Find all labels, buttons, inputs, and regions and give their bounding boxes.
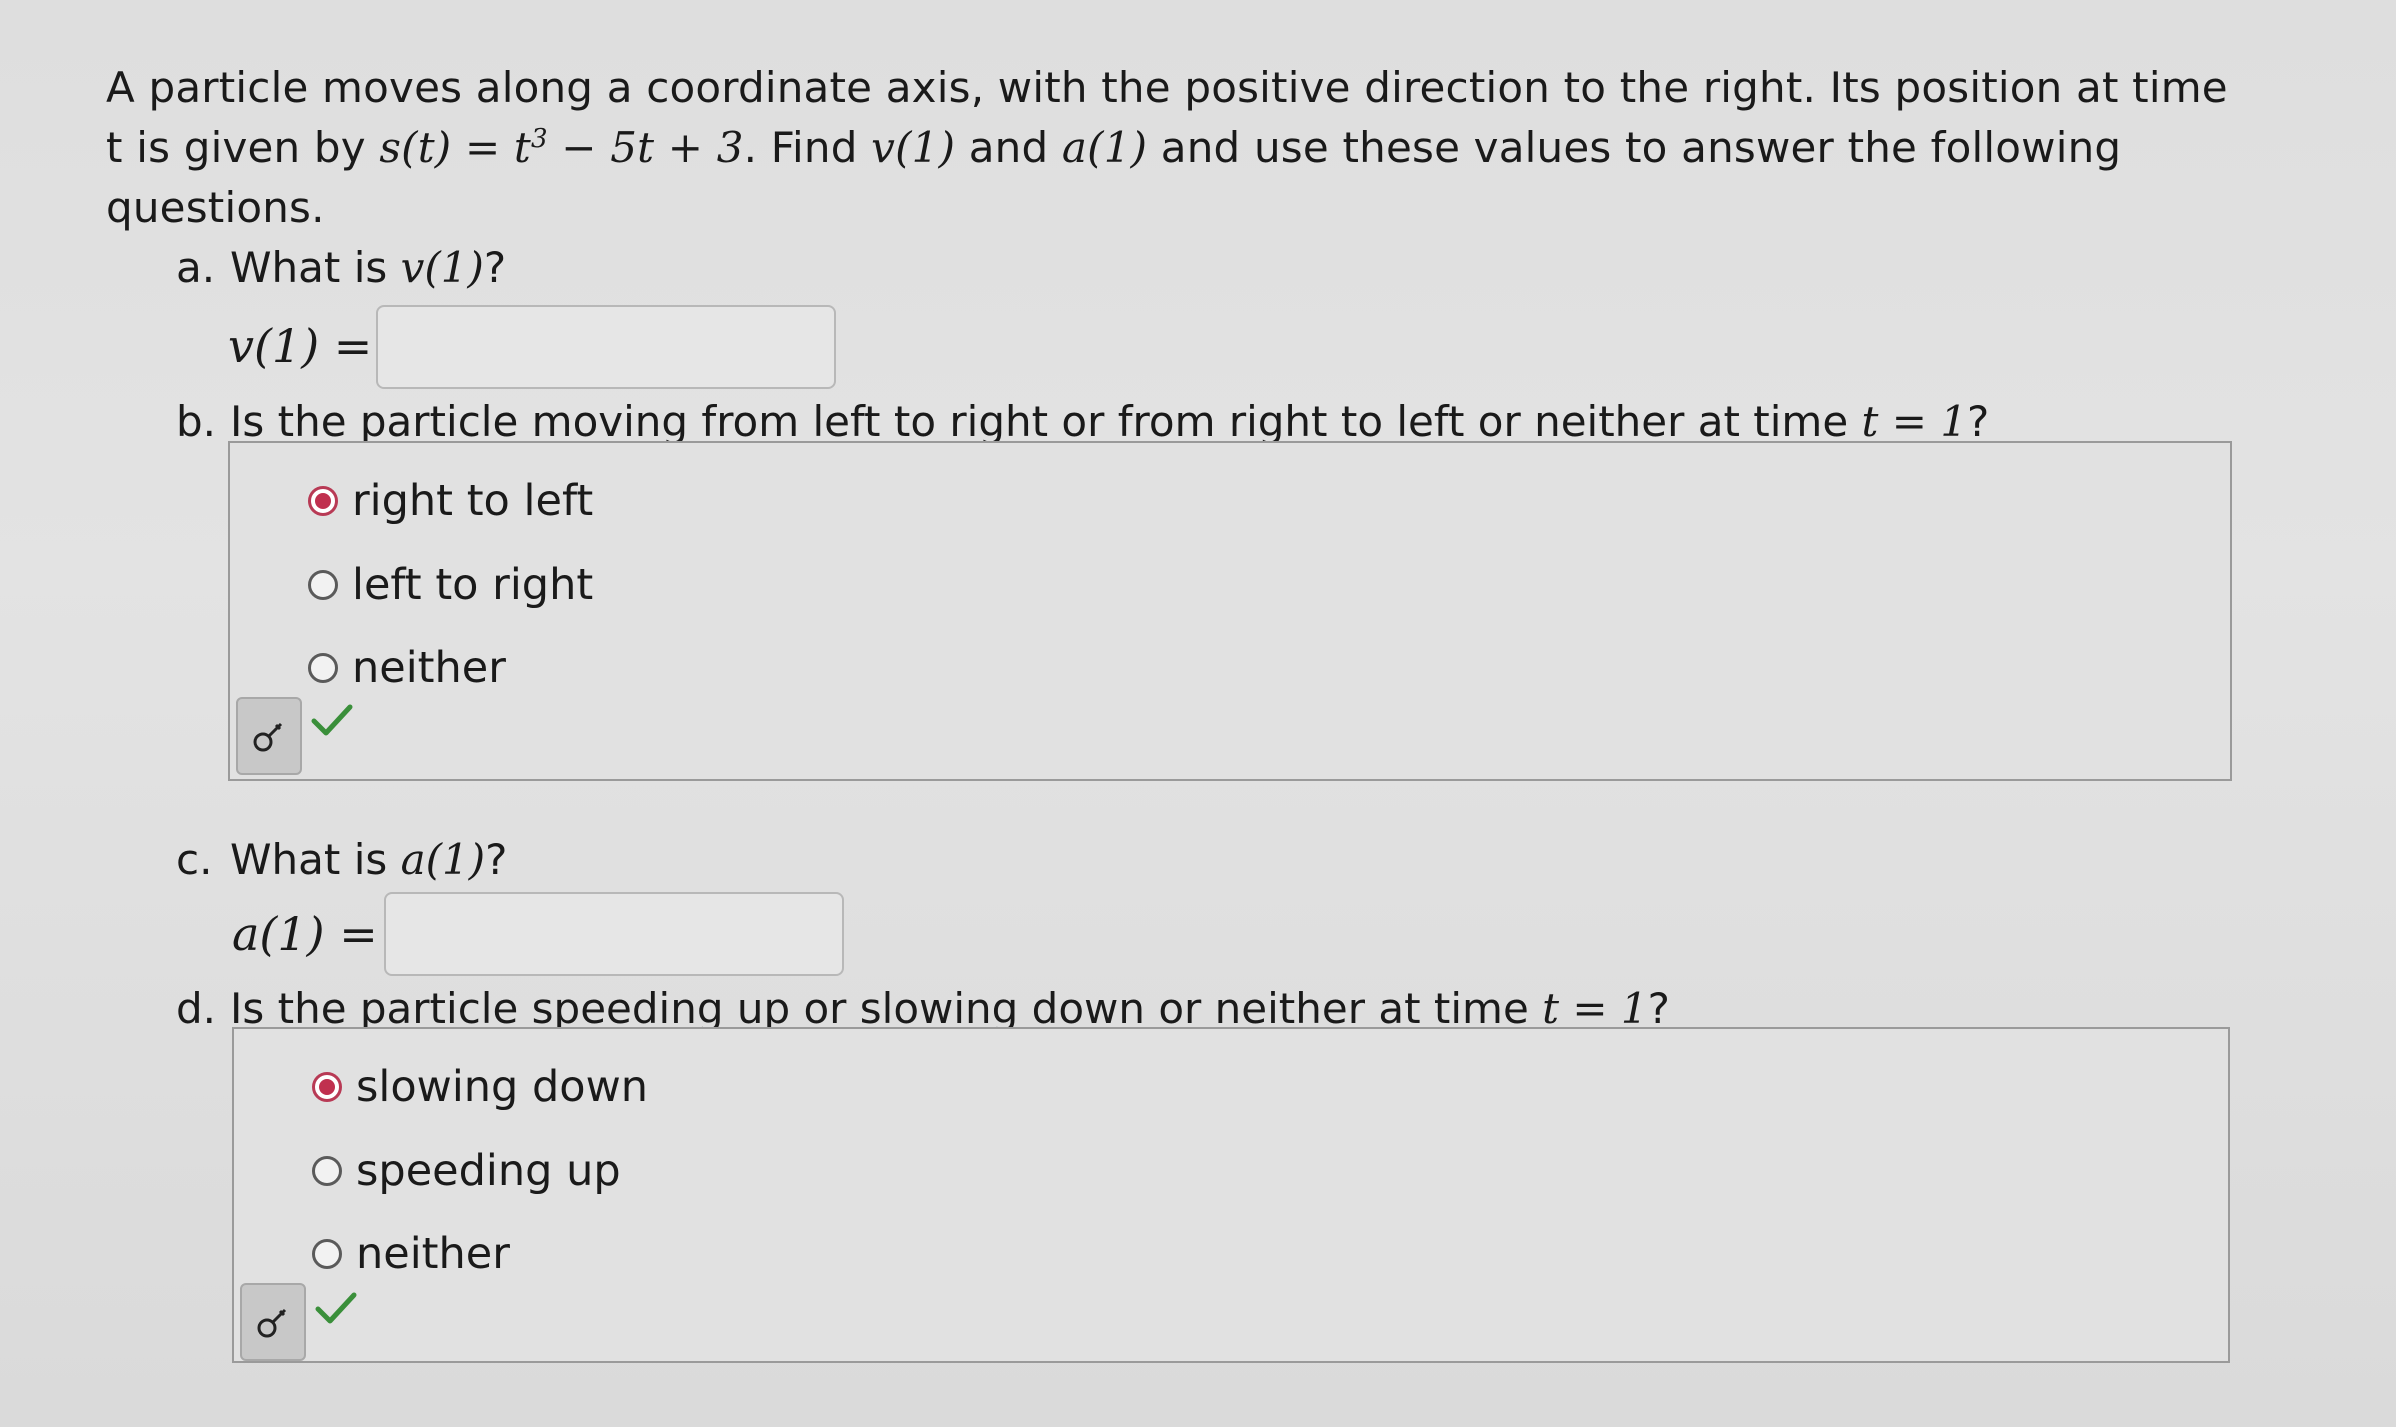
position-function: s(t) = t3 − 5t + 3 bbox=[379, 123, 743, 172]
part-c-question: c. What is a(1)? bbox=[176, 832, 507, 888]
part-c-equation-label: a(1) = bbox=[232, 907, 378, 961]
radio-unselected[interactable] bbox=[308, 653, 338, 683]
part-a-label: a. bbox=[176, 243, 216, 292]
part-b-option-label: left to right bbox=[352, 560, 594, 610]
question-page: A particle moves along a coordinate axis… bbox=[0, 0, 2396, 1427]
radio-unselected[interactable] bbox=[312, 1239, 342, 1269]
intro-text-3: and bbox=[955, 123, 1062, 172]
part-a-question-suffix: ? bbox=[483, 243, 507, 292]
intro-v1: v(1) bbox=[871, 123, 956, 172]
part-b-option-left-to-right[interactable]: left to right bbox=[308, 557, 593, 613]
key-icon-button[interactable] bbox=[240, 1283, 306, 1361]
part-b-option-label: neither bbox=[352, 643, 506, 693]
radio-unselected[interactable] bbox=[312, 1156, 342, 1186]
part-b-question-prefix: Is the particle moving from left to righ… bbox=[230, 397, 1862, 446]
part-b-option-neither[interactable]: neither bbox=[308, 640, 506, 696]
part-c-question-suffix: ? bbox=[485, 835, 508, 884]
position-fn-rhs: − 5t + 3 bbox=[547, 123, 744, 172]
part-a-equation-label: v(1) = bbox=[228, 319, 373, 373]
part-a-question-math: v(1) bbox=[400, 243, 484, 292]
part-d-question-math: t = 1 bbox=[1542, 984, 1648, 1033]
radio-selected[interactable] bbox=[312, 1072, 342, 1102]
part-c-label: c. bbox=[176, 835, 213, 884]
part-b-question-math: t = 1 bbox=[1861, 397, 1968, 446]
part-c-question-prefix: What is bbox=[230, 835, 401, 884]
part-d-option-label: slowing down bbox=[356, 1062, 649, 1112]
part-c-question-math: a(1) bbox=[400, 835, 486, 884]
part-d-choices-box: slowing down speeding up neither bbox=[232, 1027, 2230, 1363]
position-fn-lhs: s(t) = t bbox=[379, 123, 531, 172]
key-icon bbox=[253, 722, 283, 752]
key-icon bbox=[257, 1308, 287, 1338]
key-icon-button[interactable] bbox=[236, 697, 302, 775]
part-b-option-right-to-left[interactable]: right to left bbox=[308, 473, 593, 529]
part-d-option-speeding-up[interactable]: speeding up bbox=[312, 1143, 621, 1199]
part-b-option-label: right to left bbox=[352, 476, 594, 526]
radio-unselected[interactable] bbox=[308, 570, 338, 600]
part-a-question-prefix: What is bbox=[230, 243, 401, 292]
part-d-question-suffix: ? bbox=[1647, 984, 1670, 1033]
position-fn-exponent: 3 bbox=[530, 124, 548, 154]
part-b-label: b. bbox=[176, 397, 217, 446]
part-b-choices-box: right to left left to right neither bbox=[228, 441, 2232, 781]
part-d-option-slowing-down[interactable]: slowing down bbox=[312, 1059, 648, 1115]
part-d-label: d. bbox=[176, 984, 217, 1033]
part-d-question-prefix: Is the particle speeding up or slowing d… bbox=[230, 984, 1543, 1033]
part-a-question: a. What is v(1)? bbox=[176, 240, 506, 296]
part-d-option-label: speeding up bbox=[356, 1146, 621, 1196]
check-icon bbox=[315, 1292, 357, 1324]
a1-answer-input[interactable] bbox=[384, 892, 844, 976]
intro-text-2: . Find bbox=[743, 123, 872, 172]
part-d-option-label: neither bbox=[356, 1229, 510, 1279]
radio-selected[interactable] bbox=[308, 486, 338, 516]
part-b-question-suffix: ? bbox=[1967, 397, 1990, 446]
part-d-option-neither[interactable]: neither bbox=[312, 1226, 510, 1282]
v1-answer-input[interactable] bbox=[376, 305, 836, 389]
check-icon bbox=[311, 704, 353, 736]
problem-statement: A particle moves along a coordinate axis… bbox=[106, 58, 2256, 238]
intro-a1: a(1) bbox=[1061, 123, 1148, 172]
